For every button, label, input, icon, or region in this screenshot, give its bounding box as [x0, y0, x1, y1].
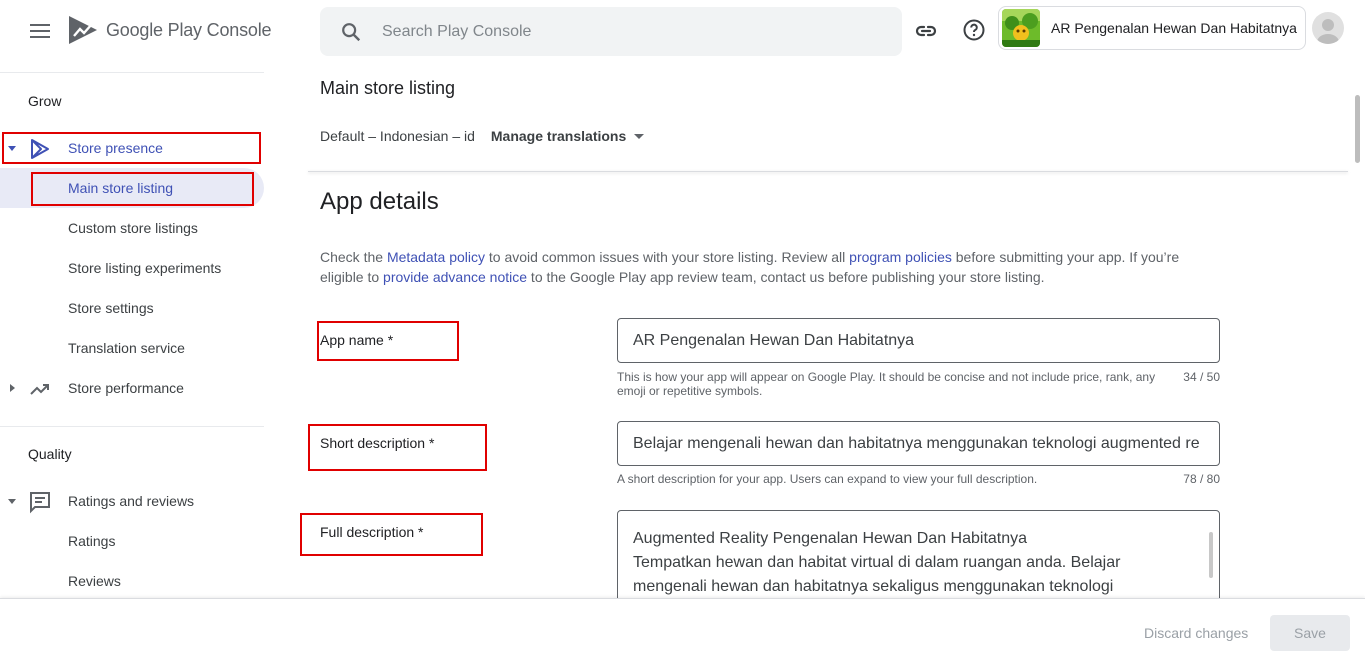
short-description-label: Short description * — [320, 435, 435, 451]
sidebar-divider — [0, 426, 264, 427]
account-avatar[interactable] — [1312, 12, 1344, 44]
sidebar-item-store-performance[interactable]: Store performance — [0, 368, 264, 408]
advance-notice-link[interactable]: provide advance notice — [383, 269, 527, 285]
full-description-label: Full description * — [320, 524, 424, 540]
sidebar-item-label: Ratings and reviews — [68, 493, 195, 509]
sidebar-item-store-presence[interactable]: Store presence — [0, 128, 264, 168]
sidebar-item-label: Store presence — [68, 140, 163, 156]
selected-app-name: AR Pengenalan Hewan Dan Habitatnya — [1051, 20, 1297, 36]
short-description-help: A short description for your app. Users … — [617, 472, 1038, 486]
sidebar-item-label: Custom store listings — [68, 220, 198, 236]
help-button[interactable] — [962, 18, 986, 42]
sidebar-item-label: Reviews — [68, 573, 121, 589]
copy-link-button[interactable] — [914, 19, 938, 43]
account-icon — [1317, 19, 1339, 44]
caret-down-icon — [8, 146, 16, 151]
play-console-logo-icon — [69, 16, 97, 44]
sidebar-item-main-store-listing[interactable]: Main store listing — [0, 168, 264, 208]
action-bar: Discard changes Save — [0, 598, 1365, 663]
short-description-field[interactable]: Belajar mengenali hewan dan habitatnya m… — [617, 421, 1220, 466]
sidebar-item-label: Ratings — [68, 533, 116, 549]
section-title-app-details: App details — [320, 188, 439, 215]
metadata-policy-link[interactable]: Metadata policy — [387, 249, 485, 265]
manage-translations-dropdown[interactable]: Manage translations — [490, 128, 645, 144]
sidebar-item-store-listing-experiments[interactable]: Store listing experiments — [0, 248, 264, 288]
policy-intro-text: Check the Metadata policy to avoid commo… — [320, 247, 1220, 287]
full-description-line: mengenali hewan dan habitatnya sekaligus… — [633, 578, 1114, 595]
page-title: Main store listing — [320, 78, 456, 98]
dropdown-arrow-icon — [634, 133, 645, 139]
full-description-line: Tempatkan hewan dan habitat virtual di d… — [633, 554, 1121, 571]
sidebar-item-label: Store performance — [68, 380, 184, 396]
sidebar-item-label: Store settings — [68, 300, 154, 316]
save-button[interactable]: Save — [1270, 615, 1350, 651]
caret-right-icon — [10, 384, 15, 392]
app-name-field[interactable]: AR Pengenalan Hewan Dan Habitatnya — [617, 318, 1220, 363]
listing-language: Default – Indonesian – id — [320, 128, 475, 144]
discard-changes-button[interactable]: Discard changes — [1136, 615, 1256, 651]
menu-icon — [30, 24, 50, 26]
product-name: Google Play Console — [106, 19, 272, 40]
sidebar-item-store-settings[interactable]: Store settings — [0, 288, 264, 328]
app-icon — [1002, 9, 1040, 47]
sidebar-heading-grow: Grow — [28, 93, 62, 109]
sidebar-item-reviews[interactable]: Reviews — [0, 561, 264, 601]
main-menu-button[interactable] — [22, 17, 58, 45]
app-name-help: This is how your app will appear on Goog… — [617, 370, 1156, 398]
app-name-label: App name * — [320, 332, 394, 348]
page-scrollbar[interactable] — [1355, 95, 1360, 163]
caret-down-icon — [8, 499, 16, 504]
search-bar[interactable] — [320, 7, 902, 56]
sidebar: Grow Store presence Main store listing C… — [0, 72, 264, 598]
sidebar-item-label: Store listing experiments — [68, 260, 222, 276]
short-description-char-count: 78 / 80 — [1183, 472, 1220, 486]
search-input[interactable] — [382, 22, 862, 41]
sidebar-divider — [0, 72, 264, 73]
play-store-icon — [31, 139, 49, 159]
link-icon — [915, 25, 937, 37]
language-row: Default – Indonesian – id Manage transla… — [320, 128, 645, 144]
intro-text: Check the — [320, 249, 387, 265]
search-icon — [340, 21, 362, 43]
full-description-scrollbar[interactable] — [1209, 532, 1213, 578]
sidebar-item-ratings-and-reviews[interactable]: Ratings and reviews — [0, 481, 264, 521]
intro-text: to the Google Play app review team, cont… — [527, 269, 1045, 285]
sidebar-item-label: Translation service — [68, 340, 185, 356]
manage-translations-label: Manage translations — [490, 128, 627, 144]
program-policies-link[interactable]: program policies — [849, 249, 952, 265]
sidebar-item-label: Main store listing — [68, 180, 174, 196]
sidebar-heading-quality: Quality — [28, 446, 72, 462]
play-console-logo[interactable]: Google Play Console — [68, 14, 272, 46]
full-description-line: Augmented Reality Pengenalan Hewan Dan H… — [633, 530, 1028, 547]
review-icon — [30, 492, 50, 514]
app-selector[interactable]: AR Pengenalan Hewan Dan Habitatnya — [998, 6, 1306, 50]
sidebar-item-translation-service[interactable]: Translation service — [0, 328, 264, 368]
intro-text: to avoid common issues with your store l… — [485, 249, 850, 265]
trending-up-icon — [30, 384, 49, 395]
full-description-field[interactable]: Augmented Reality Pengenalan Hewan Dan H… — [617, 510, 1220, 610]
header-divider — [308, 171, 1348, 172]
sidebar-item-custom-store-listings[interactable]: Custom store listings — [0, 208, 264, 248]
app-name-char-count: 34 / 50 — [1183, 370, 1220, 384]
sidebar-item-ratings[interactable]: Ratings — [0, 521, 264, 561]
help-icon — [963, 19, 985, 41]
